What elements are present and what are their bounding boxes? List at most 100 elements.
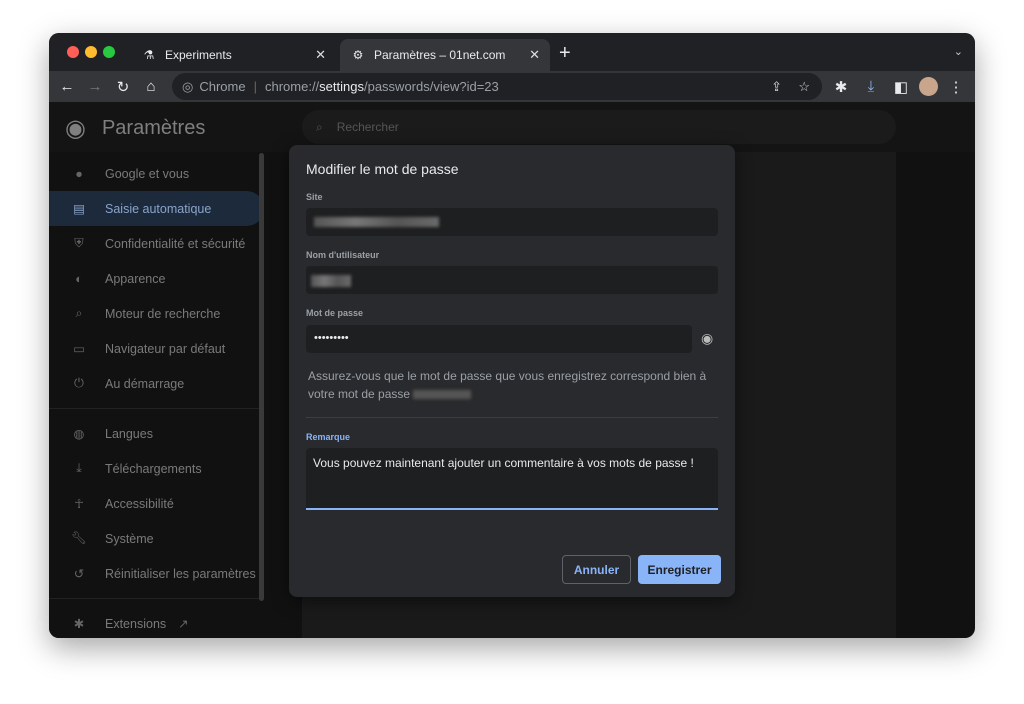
- new-tab-button[interactable]: +: [559, 42, 571, 65]
- flask-icon: ⚗: [143, 48, 155, 62]
- tab-search-chevron-icon[interactable]: ⌄: [954, 45, 963, 58]
- omnibox-chip: Chrome: [199, 79, 246, 94]
- wrench-icon: 🔧︎: [71, 531, 87, 545]
- profile-avatar[interactable]: [919, 77, 938, 96]
- settings-search-input[interactable]: ⌕ Rechercher: [302, 110, 896, 144]
- password-label: Mot de passe: [306, 308, 364, 318]
- url-path: /passwords/view?id=23: [363, 79, 499, 94]
- label: Accessibilité: [105, 496, 174, 511]
- maximize-window-button[interactable]: [103, 46, 115, 58]
- label: Langues: [105, 426, 153, 441]
- accessibility-icon: ☥: [74, 497, 84, 511]
- divider: [306, 417, 718, 418]
- sidebar-item-autofill[interactable]: ▤ Saisie automatique: [49, 191, 264, 226]
- username-label: Nom d'utilisateur: [306, 250, 380, 260]
- download-icon: ⤓: [76, 461, 82, 475]
- menu-kebab-icon[interactable]: ⋮: [942, 78, 970, 96]
- search-placeholder: Rechercher: [336, 120, 399, 134]
- shield-icon: ⛨: [74, 236, 84, 250]
- bookmark-star-icon[interactable]: ☆: [798, 79, 810, 95]
- blurred-username: [311, 275, 351, 287]
- address-bar[interactable]: ◎ Chrome | chrome://settings/passwords/v…: [172, 73, 822, 100]
- label: Saisie automatique: [105, 201, 212, 216]
- sidebar-item-default-browser[interactable]: ▭ Navigateur par défaut: [49, 331, 264, 366]
- browser-icon: ▭: [73, 342, 85, 356]
- label: Confidentialité et sécurité: [105, 236, 246, 251]
- tab-parametres[interactable]: ⚙ Paramètres – 01net.com ✕: [340, 39, 550, 71]
- label: Réinitialiser les paramètres: [105, 566, 256, 581]
- sidebar-item-appearance[interactable]: ◐ Apparence: [49, 261, 264, 296]
- reload-icon[interactable]: ↻: [109, 78, 137, 96]
- forward-icon[interactable]: →: [81, 78, 109, 95]
- note-textarea[interactable]: Vous pouvez maintenant ajouter un commen…: [306, 448, 718, 510]
- sidebar-item-system[interactable]: 🔧︎ Système: [49, 521, 264, 556]
- palette-icon: ◐: [75, 271, 83, 286]
- tab-experiments[interactable]: ⚗ Experiments ✕: [131, 39, 336, 71]
- dialog-title: Modifier le mot de passe: [306, 161, 459, 177]
- sidebar-scrollbar[interactable]: [259, 153, 264, 601]
- info-text: Assurez-vous que le mot de passe que vou…: [308, 369, 707, 401]
- save-button[interactable]: Enregistrer: [638, 555, 721, 584]
- history-icon: ↺: [73, 567, 85, 581]
- back-icon[interactable]: ←: [53, 78, 81, 95]
- sidebar-item-accessibility[interactable]: ☥ Accessibilité: [49, 486, 264, 521]
- password-info-text: Assurez-vous que le mot de passe que vou…: [308, 367, 718, 403]
- divider: [49, 408, 264, 409]
- sidebar-item-reset[interactable]: ↺ Réinitialiser les paramètres: [49, 556, 264, 591]
- minimize-window-button[interactable]: [85, 46, 97, 58]
- power-icon: ⏻: [74, 376, 84, 390]
- external-link-icon: ↗: [178, 617, 189, 631]
- label: Moteur de recherche: [105, 306, 221, 321]
- note-label: Remarque: [306, 432, 351, 442]
- cancel-button[interactable]: Annuler: [562, 555, 631, 584]
- label: Au démarrage: [105, 376, 185, 391]
- site-label: Site: [306, 192, 323, 202]
- sidebar-item-extensions[interactable]: ✱ Extensions ↗: [49, 606, 264, 638]
- sidebar-item-google[interactable]: ● Google et vous: [49, 156, 264, 191]
- share-icon[interactable]: ⇪: [771, 79, 782, 95]
- username-field[interactable]: [306, 266, 718, 294]
- sidebar-item-languages[interactable]: ◍ Langues: [49, 416, 264, 451]
- close-tab-icon[interactable]: ✕: [315, 47, 326, 63]
- gear-icon: ⚙: [352, 48, 364, 62]
- side-panel-icon[interactable]: ◧: [887, 78, 915, 96]
- label: Navigateur par défaut: [105, 341, 226, 356]
- sidebar-item-search-engine[interactable]: ⌕ Moteur de recherche: [49, 296, 264, 331]
- home-icon[interactable]: ⌂: [137, 78, 165, 95]
- tab-strip: ⚗ Experiments ✕ ⚙ Paramètres – 01net.com…: [49, 33, 975, 71]
- extensions-puzzle-icon[interactable]: ✱: [827, 78, 855, 96]
- sidebar-item-privacy[interactable]: ⛨ Confidentialité et sécurité: [49, 226, 264, 261]
- divider: [49, 598, 264, 599]
- edit-password-dialog: Modifier le mot de passe Site Nom d'util…: [289, 145, 735, 597]
- chrome-logo-icon: ◉: [65, 115, 86, 142]
- url-host: settings: [319, 79, 364, 94]
- close-window-button[interactable]: [67, 46, 79, 58]
- puzzle-icon: ✱: [73, 617, 85, 631]
- label: Apparence: [105, 271, 166, 286]
- sidebar: ● Google et vous ▤ Saisie automatique ⛨ Con…: [49, 152, 264, 638]
- toolbar: ← → ↻ ⌂ ◎ Chrome | chrome://settings/pas…: [49, 71, 975, 102]
- page-title: Paramètres: [101, 117, 206, 139]
- label: Google et vous: [105, 166, 190, 181]
- show-password-eye-icon[interactable]: ◉: [701, 330, 713, 347]
- search-icon: ⌕: [316, 119, 323, 134]
- url-prefix: chrome://: [264, 79, 320, 94]
- person-icon: ●: [75, 166, 83, 181]
- blurred-site: [314, 217, 439, 227]
- sidebar-item-downloads[interactable]: ⤓ Téléchargements: [49, 451, 264, 486]
- blurred-site-name: [413, 390, 472, 400]
- sidebar-item-startup[interactable]: ⏻ Au démarrage: [49, 366, 264, 401]
- download-icon[interactable]: ⤓: [857, 78, 885, 95]
- close-tab-icon[interactable]: ✕: [529, 47, 540, 63]
- chrome-logo-icon: ◎: [182, 78, 194, 94]
- site-field[interactable]: [306, 208, 718, 236]
- label: Système: [105, 531, 154, 546]
- password-field[interactable]: •••••••••: [306, 325, 692, 353]
- search-icon: ⌕: [75, 306, 83, 320]
- label: Téléchargements: [105, 461, 202, 476]
- clipboard-icon: ▤: [73, 202, 85, 216]
- globe-icon: ◍: [73, 427, 85, 441]
- label: Extensions: [105, 616, 167, 631]
- tab-label: Paramètres – 01net.com: [374, 48, 506, 62]
- tab-label: Experiments: [165, 48, 232, 62]
